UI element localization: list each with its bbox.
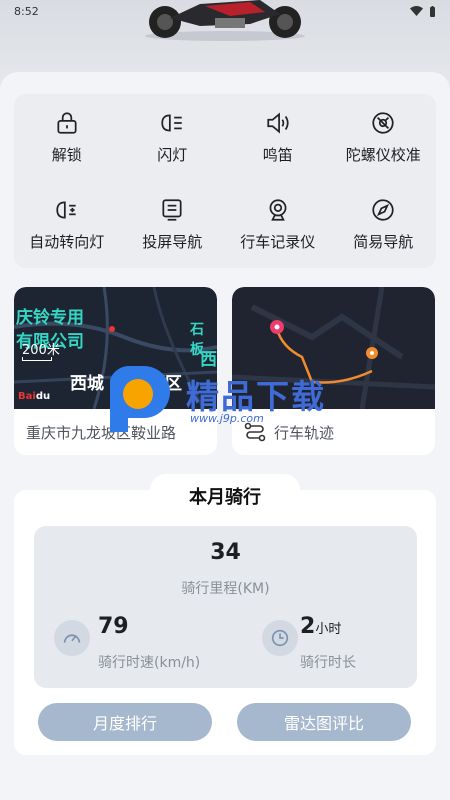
unlock-button[interactable]: 解锁 — [14, 94, 120, 181]
horn-icon — [267, 112, 289, 134]
watermark-logo-icon — [110, 365, 170, 432]
status-bar: 8:52 — [0, 0, 450, 22]
simple-nav-label: 简易导航 — [353, 233, 414, 251]
route-icon — [244, 422, 266, 442]
ride-stats-panel: 34 骑行里程(KM) 79 骑行时速(km/h) 2小时 骑行时长 — [34, 526, 417, 688]
duration-number: 2 — [300, 614, 316, 639]
gyroscope-icon — [372, 112, 394, 134]
baidu-logo: Baidu — [18, 391, 51, 402]
monthly-ranking-button[interactable]: 月度排行 — [38, 703, 212, 741]
simple-nav-button[interactable]: 简易导航 — [331, 181, 437, 268]
clock-icon — [271, 629, 289, 647]
screen-cast-nav-button[interactable]: 投屏导航 — [120, 181, 226, 268]
duration-value: 2小时 — [300, 614, 341, 639]
flash-light-label: 闪灯 — [157, 146, 188, 164]
distance-label: 骑行里程(KM) — [181, 581, 270, 597]
speedometer-icon — [63, 634, 81, 643]
duration-label: 骑行时长 — [300, 655, 356, 671]
speed-value: 79 — [98, 614, 129, 639]
flash-light-button[interactable]: 闪灯 — [120, 94, 226, 181]
screen-cast-icon — [162, 199, 182, 221]
track-label: 行车轨迹 — [274, 423, 335, 442]
battery-icon — [430, 5, 435, 17]
unlock-label: 解锁 — [51, 146, 82, 164]
lock-icon — [57, 112, 77, 134]
duration-unit: 小时 — [315, 622, 342, 637]
map-label-4: 西 — [200, 350, 217, 370]
watermark-url: www.j9p.com — [190, 412, 264, 425]
screen-cast-label: 投屏导航 — [142, 233, 203, 251]
watermark-text: 精品下载 — [186, 377, 326, 416]
compass-icon — [372, 199, 394, 221]
status-time: 8:52 — [14, 4, 39, 18]
map-scale-label: 200米 — [22, 343, 60, 358]
auto-turn-signal-label: 自动转向灯 — [29, 233, 105, 251]
wifi-icon — [410, 6, 423, 16]
radar-chart-compare-button[interactable]: 雷达图评比 — [237, 703, 411, 741]
speed-stat-icon — [54, 620, 90, 656]
distance-value: 34 — [210, 540, 241, 565]
duration-stat-icon — [262, 620, 298, 656]
monthly-ride-title: 本月骑行 — [150, 474, 300, 518]
dashcam-button[interactable]: 行车记录仪 — [225, 181, 331, 268]
gyroscope-label: 陀螺仪校准 — [345, 146, 421, 164]
map-label-1: 庆铃专用 — [16, 308, 84, 328]
headlight-icon — [161, 114, 182, 132]
horn-button[interactable]: 鸣笛 — [225, 94, 331, 181]
auto-turn-signal-button[interactable]: 自动转向灯 — [14, 181, 120, 268]
control-panel: 解锁 闪灯 鸣笛 陀螺仪校准 自动转向灯 投屏导航 行车记录仪 简易导航 — [14, 94, 436, 268]
dashcam-icon — [269, 199, 287, 221]
speed-label: 骑行时速(km/h) — [98, 655, 201, 671]
turn-signal-icon — [56, 201, 76, 219]
map-scale-bar — [22, 357, 52, 361]
dashcam-label: 行车记录仪 — [240, 233, 316, 251]
gyroscope-calibration-button[interactable]: 陀螺仪校准 — [331, 94, 437, 181]
horn-label: 鸣笛 — [262, 146, 293, 164]
